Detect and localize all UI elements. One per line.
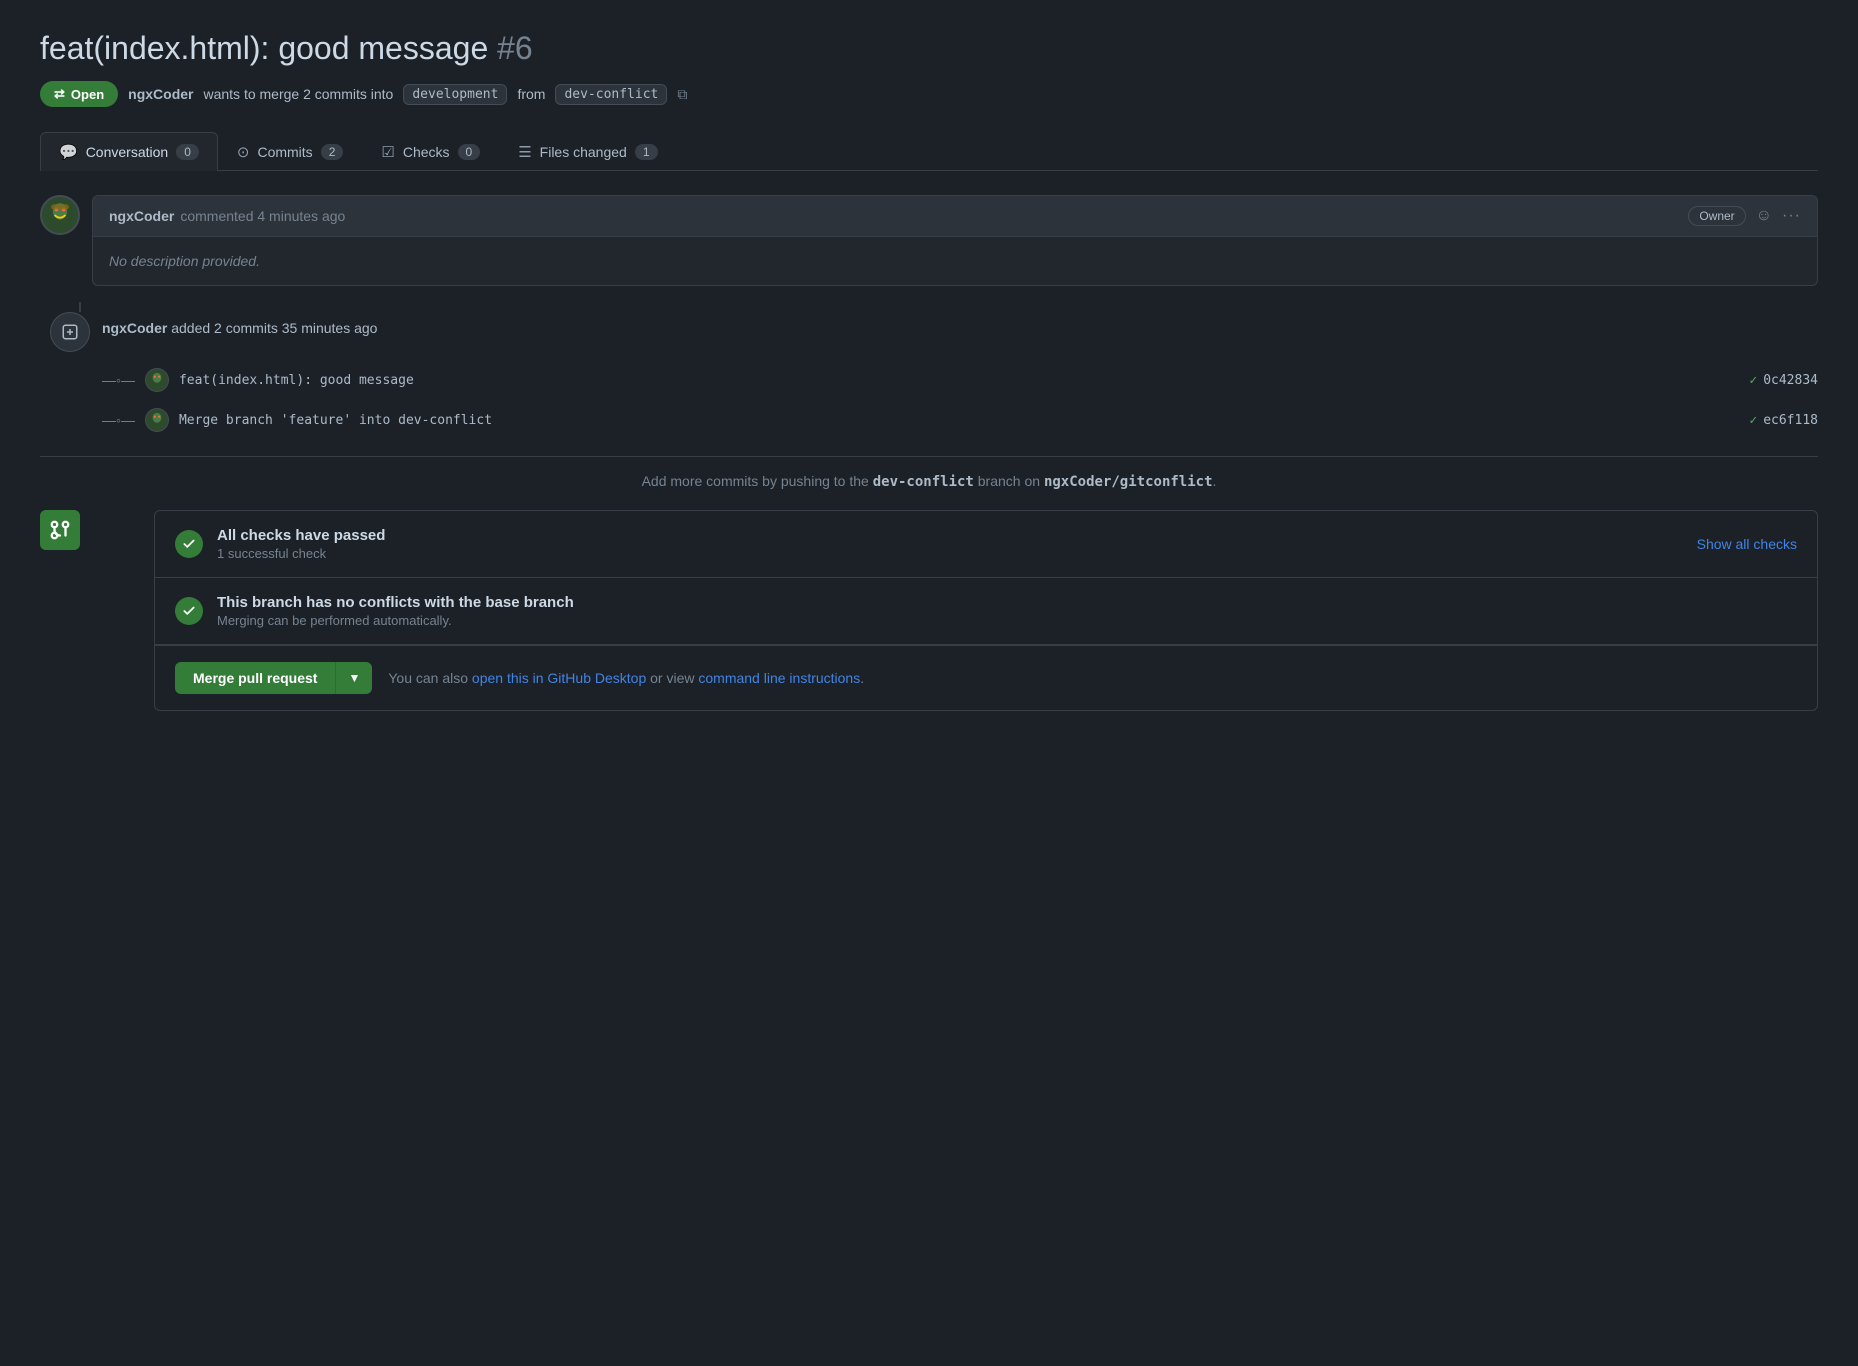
check-title-1: All checks have passed bbox=[217, 527, 385, 544]
tab-conversation-count: 0 bbox=[176, 144, 199, 160]
pr-target-branch[interactable]: development bbox=[403, 84, 507, 105]
commit-avatar-2 bbox=[145, 408, 169, 432]
merge-row: Merge pull request ▼ You can also open t… bbox=[155, 645, 1817, 710]
pr-title: feat(index.html): good message #6 bbox=[40, 30, 1818, 67]
add-commits-repo[interactable]: ngxCoder/gitconflict bbox=[1044, 474, 1213, 490]
copy-icon[interactable]: ⧉ bbox=[677, 86, 687, 103]
pr-status-icon: ⇄ bbox=[54, 86, 65, 102]
commit-dot-2: —◦— bbox=[102, 412, 135, 428]
merge-pull-request-button[interactable]: Merge pull request bbox=[175, 662, 335, 694]
pr-from-text: from bbox=[517, 86, 545, 102]
timeline-author[interactable]: ngxCoder bbox=[102, 320, 167, 336]
check-circle-2 bbox=[175, 597, 203, 625]
comment-header-right: Owner ☺ ··· bbox=[1688, 206, 1801, 226]
timeline-action: added 2 commits 35 minutes ago bbox=[171, 320, 377, 336]
tab-conversation[interactable]: 💬 Conversation 0 bbox=[40, 132, 218, 171]
merge-dropdown-button[interactable]: ▼ bbox=[335, 662, 372, 694]
files-changed-icon: ☰ bbox=[518, 143, 531, 161]
tab-files-changed-label: Files changed bbox=[540, 144, 627, 160]
merge-note: You can also open this in GitHub Desktop… bbox=[388, 670, 864, 686]
check-subtitle-2: Merging can be performed automatically. bbox=[217, 613, 574, 628]
pr-title-text: feat(index.html): good message bbox=[40, 30, 488, 66]
commit-check-1: ✓ bbox=[1749, 373, 1757, 388]
command-line-link[interactable]: command line instructions bbox=[698, 670, 860, 686]
emoji-button[interactable]: ☺ bbox=[1756, 207, 1772, 225]
sidebar-icon bbox=[40, 510, 80, 550]
commit-left-1: —◦— feat(index.html): good message bbox=[102, 368, 414, 392]
commit-avatar-1 bbox=[145, 368, 169, 392]
comment-bubble: ngxCoder commented 4 minutes ago Owner ☺… bbox=[92, 195, 1818, 286]
commit-row-1: —◦— feat(index.html): good message ✓ 0c4… bbox=[102, 360, 1818, 400]
merge-icon-box bbox=[40, 510, 80, 550]
tabs-bar: 💬 Conversation 0 ⊙ Commits 2 ☑ Checks 0 … bbox=[40, 131, 1818, 171]
merge-btn-group: Merge pull request ▼ bbox=[175, 662, 372, 694]
add-commits-mid: branch on bbox=[978, 473, 1040, 489]
author-avatar bbox=[40, 195, 80, 235]
comment-body-text: No description provided. bbox=[109, 253, 260, 269]
pr-status-text: Open bbox=[71, 87, 104, 102]
conversation-icon: 💬 bbox=[59, 143, 78, 161]
add-commits-end: . bbox=[1213, 473, 1217, 489]
commit-row-2: —◦— Merge branch 'feature' into dev-conf… bbox=[102, 400, 1818, 440]
add-commits-prefix: Add more commits by pushing to the bbox=[642, 473, 869, 489]
add-commits-branch: dev-conflict bbox=[873, 474, 974, 490]
pr-status-badge: ⇄ Open bbox=[40, 81, 118, 107]
timeline-text: ngxCoder added 2 commits 35 minutes ago bbox=[102, 302, 377, 336]
checks-icon: ☑ bbox=[381, 143, 394, 161]
more-options-button[interactable]: ··· bbox=[1782, 207, 1801, 225]
comment-row: ngxCoder commented 4 minutes ago Owner ☺… bbox=[40, 195, 1818, 286]
checks-merge-section: All checks have passed 1 successful chec… bbox=[40, 510, 1818, 727]
tab-checks[interactable]: ☑ Checks 0 bbox=[362, 132, 499, 171]
tab-checks-count: 0 bbox=[458, 144, 481, 160]
commit-dot-1: —◦— bbox=[102, 372, 135, 388]
commit-hash-1: ✓ 0c42834 bbox=[1749, 373, 1818, 388]
commit-hash-text-1[interactable]: 0c42834 bbox=[1763, 373, 1818, 388]
comment-body: No description provided. bbox=[93, 237, 1817, 285]
owner-badge: Owner bbox=[1688, 206, 1745, 226]
tab-conversation-label: Conversation bbox=[86, 144, 169, 160]
add-commits-note: Add more commits by pushing to the dev-c… bbox=[40, 473, 1818, 490]
commit-hash-2: ✓ ec6f118 bbox=[1749, 413, 1818, 428]
commits-section: —◦— feat(index.html): good message ✓ 0c4… bbox=[102, 360, 1818, 440]
checks-content: All checks have passed 1 successful chec… bbox=[92, 510, 1818, 727]
pr-meta-text: wants to merge 2 commits into bbox=[203, 86, 393, 102]
pr-source-branch[interactable]: dev-conflict bbox=[555, 84, 667, 105]
tab-checks-label: Checks bbox=[403, 144, 450, 160]
check-title-2: This branch has no conflicts with the ba… bbox=[217, 594, 574, 611]
check-text-2: This branch has no conflicts with the ba… bbox=[217, 594, 574, 628]
commit-message-1: feat(index.html): good message bbox=[179, 373, 414, 388]
tab-commits[interactable]: ⊙ Commits 2 bbox=[218, 132, 363, 171]
tab-files-changed[interactable]: ☰ Files changed 1 bbox=[499, 132, 676, 171]
check-circle-1 bbox=[175, 530, 203, 558]
checks-container: All checks have passed 1 successful chec… bbox=[154, 510, 1818, 711]
comment-time: commented 4 minutes ago bbox=[180, 208, 345, 224]
commit-check-2: ✓ bbox=[1749, 413, 1757, 428]
tab-commits-label: Commits bbox=[257, 144, 312, 160]
commit-left-2: —◦— Merge branch 'feature' into dev-conf… bbox=[102, 408, 492, 432]
commit-hash-text-2[interactable]: ec6f118 bbox=[1763, 413, 1818, 428]
tab-files-count: 1 bbox=[635, 144, 658, 160]
check-item-1: All checks have passed 1 successful chec… bbox=[155, 511, 1817, 578]
tab-commits-count: 2 bbox=[321, 144, 344, 160]
commit-message-2: Merge branch 'feature' into dev-conflict bbox=[179, 413, 492, 428]
show-all-checks-link[interactable]: Show all checks bbox=[1697, 536, 1797, 552]
pr-number: #6 bbox=[497, 30, 533, 66]
comment-header: ngxCoder commented 4 minutes ago Owner ☺… bbox=[93, 196, 1817, 237]
commits-icon: ⊙ bbox=[237, 143, 250, 161]
check-item-2: This branch has no conflicts with the ba… bbox=[155, 578, 1817, 645]
comment-author[interactable]: ngxCoder bbox=[109, 208, 174, 224]
pr-meta: ⇄ Open ngxCoder wants to merge 2 commits… bbox=[40, 81, 1818, 107]
timeline-commits-icon bbox=[50, 312, 90, 352]
divider bbox=[40, 456, 1818, 457]
pr-author: ngxCoder bbox=[128, 86, 193, 102]
github-desktop-link[interactable]: open this in GitHub Desktop bbox=[472, 670, 646, 686]
check-subtitle-1: 1 successful check bbox=[217, 546, 385, 561]
check-text-1: All checks have passed 1 successful chec… bbox=[217, 527, 385, 561]
comment-header-left: ngxCoder commented 4 minutes ago bbox=[109, 208, 345, 224]
